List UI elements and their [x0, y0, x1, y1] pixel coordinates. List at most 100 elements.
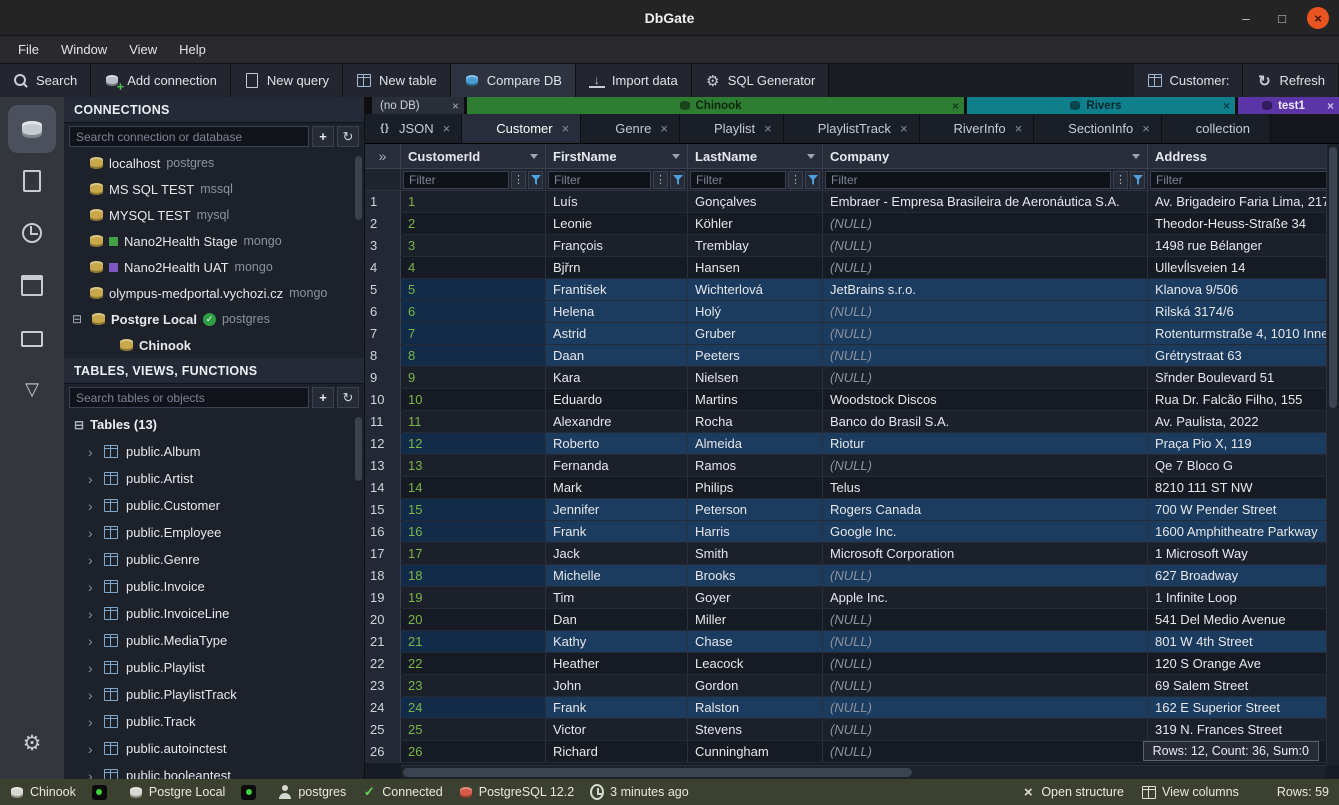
chevron-right-icon[interactable]: › [88, 525, 96, 541]
cell-firstname[interactable]: Mark [546, 477, 688, 498]
cell-address[interactable]: 162 E Superior Street [1148, 697, 1339, 718]
row-number[interactable]: 17 [365, 543, 401, 564]
status-item[interactable]: Connected [362, 785, 442, 800]
close-icon[interactable]: × [1015, 121, 1023, 136]
row-number[interactable]: 2 [365, 213, 401, 234]
table-list-item[interactable]: › public.autoinctest [64, 735, 364, 762]
status-item[interactable]: PostgreSQL 12.2 [459, 785, 574, 800]
toolbar-button[interactable]: Customer: [1134, 64, 1244, 97]
cell-lastname[interactable]: Hansen [688, 257, 823, 278]
filter-menu-icon[interactable]: ⋮ [653, 171, 668, 189]
cell-company[interactable]: (NULL) [823, 631, 1148, 652]
filter-menu-icon[interactable]: ⋮ [788, 171, 803, 189]
toolbar-button[interactable]: Refresh [1243, 64, 1339, 97]
row-number[interactable]: 4 [365, 257, 401, 278]
table-row[interactable]: 13 13 Fernanda Ramos (NULL) Qe 7 Bloco G [365, 455, 1339, 477]
cell-address[interactable]: Qe 7 Bloco G [1148, 455, 1339, 476]
connection-item[interactable]: ⊟ MYSQL TEST ✓ mysql [64, 202, 364, 228]
connection-item[interactable]: ⊟ Postgre Local ✓ postgres [64, 306, 364, 332]
chevron-right-icon[interactable]: › [88, 606, 96, 622]
cell-firstname[interactable]: John [546, 675, 688, 696]
chevron-right-icon[interactable]: › [88, 687, 96, 703]
cell-customerid[interactable]: 6 [401, 301, 546, 322]
status-item[interactable]: Chinook [10, 785, 76, 800]
cell-lastname[interactable]: Martins [688, 389, 823, 410]
table-row[interactable]: 9 9 Kara Nielsen (NULL) Sřnder Boulevard… [365, 367, 1339, 389]
sidebar-widget-button[interactable] [8, 719, 56, 767]
cell-lastname[interactable]: Smith [688, 543, 823, 564]
close-icon[interactable]: × [660, 121, 668, 136]
cell-lastname[interactable]: Gonçalves [688, 191, 823, 212]
cell-lastname[interactable]: Harris [688, 521, 823, 542]
table-list-item[interactable]: › public.Employee [64, 519, 364, 546]
tables-group-row[interactable]: ⊟ Tables (13) [64, 411, 364, 438]
row-number[interactable]: 9 [365, 367, 401, 388]
filter-input[interactable] [1150, 171, 1336, 189]
cell-firstname[interactable]: Michelle [546, 565, 688, 586]
status-item[interactable] [92, 785, 113, 800]
titlebar[interactable]: DbGate – □ × [0, 0, 1339, 36]
column-header[interactable]: Company [823, 144, 1148, 168]
table-list-item[interactable]: › public.Invoice [64, 573, 364, 600]
cell-customerid[interactable]: 15 [401, 499, 546, 520]
cell-company[interactable]: (NULL) [823, 719, 1148, 740]
cell-customerid[interactable]: 20 [401, 609, 546, 630]
cell-address[interactable]: 1600 Amphitheatre Parkway [1148, 521, 1339, 542]
cell-address[interactable]: 1498 rue Bélanger [1148, 235, 1339, 256]
cell-address[interactable]: 1 Infinite Loop [1148, 587, 1339, 608]
table-list-item[interactable]: › public.Album [64, 438, 364, 465]
row-number[interactable]: 21 [365, 631, 401, 652]
table-row[interactable]: 22 22 Heather Leacock (NULL) 120 S Orang… [365, 653, 1339, 675]
cell-company[interactable]: (NULL) [823, 565, 1148, 586]
table-row[interactable]: 6 6 Helena Holý (NULL) Rilská 3174/6 [365, 301, 1339, 323]
cell-lastname[interactable]: Leacock [688, 653, 823, 674]
cell-company[interactable]: Rogers Canada [823, 499, 1148, 520]
connection-item[interactable]: ⊟ MS SQL TEST ✓ mssql [64, 176, 364, 202]
cell-customerid[interactable]: 1 [401, 191, 546, 212]
cell-firstname[interactable]: Helena [546, 301, 688, 322]
table-row[interactable]: 12 12 Roberto Almeida Riotur Praça Pio X… [365, 433, 1339, 455]
cell-lastname[interactable]: Nielsen [688, 367, 823, 388]
cell-address[interactable]: Av. Paulista, 2022 [1148, 411, 1339, 432]
close-icon[interactable]: × [764, 121, 772, 136]
cell-lastname[interactable]: Köhler [688, 213, 823, 234]
table-row[interactable]: 25 25 Victor Stevens (NULL) 319 N. Franc… [365, 719, 1339, 741]
cell-lastname[interactable]: Peterson [688, 499, 823, 520]
table-list-item[interactable]: › public.MediaType [64, 627, 364, 654]
cell-customerid[interactable]: 4 [401, 257, 546, 278]
close-icon[interactable]: × [562, 121, 570, 136]
row-number[interactable]: 20 [365, 609, 401, 630]
close-icon[interactable]: × [900, 121, 908, 136]
chevron-right-icon[interactable]: › [88, 741, 96, 757]
table-row[interactable]: 3 3 François Tremblay (NULL) 1498 rue Bé… [365, 235, 1339, 257]
table-list-item[interactable]: › public.Track [64, 708, 364, 735]
row-number[interactable]: 5 [365, 279, 401, 300]
status-item[interactable]: Rows: 59 [1257, 785, 1329, 799]
cell-firstname[interactable]: Bjřrn [546, 257, 688, 278]
cell-customerid[interactable]: 23 [401, 675, 546, 696]
row-number[interactable]: 8 [365, 345, 401, 366]
maximize-button[interactable]: □ [1271, 7, 1293, 29]
cell-address[interactable]: Rua Dr. Falcão Filho, 155 [1148, 389, 1339, 410]
cell-address[interactable]: 627 Broadway [1148, 565, 1339, 586]
sidebar-widget-button[interactable] [8, 313, 56, 361]
database-tab[interactable]: (no DB) × [372, 97, 464, 114]
row-number[interactable]: 23 [365, 675, 401, 696]
table-list-item[interactable]: › public.Genre [64, 546, 364, 573]
cell-lastname[interactable]: Goyer [688, 587, 823, 608]
row-number[interactable]: 22 [365, 653, 401, 674]
expand-all-button[interactable]: » [365, 144, 401, 168]
connection-item[interactable]: ⊟ Nano2Health UAT ✓ mongo [64, 254, 364, 280]
cell-lastname[interactable]: Peeters [688, 345, 823, 366]
row-number[interactable]: 16 [365, 521, 401, 542]
toolbar-button[interactable]: SQL Generator [692, 64, 830, 97]
cell-company[interactable]: (NULL) [823, 609, 1148, 630]
cell-lastname[interactable]: Ramos [688, 455, 823, 476]
cell-company[interactable]: (NULL) [823, 235, 1148, 256]
table-row[interactable]: 11 11 Alexandre Rocha Banco do Brasil S.… [365, 411, 1339, 433]
cell-firstname[interactable]: Alexandre [546, 411, 688, 432]
table-list-item[interactable]: › public.InvoiceLine [64, 600, 364, 627]
cell-customerid[interactable]: 17 [401, 543, 546, 564]
cell-customerid[interactable]: 7 [401, 323, 546, 344]
chevron-down-icon[interactable] [807, 154, 815, 159]
